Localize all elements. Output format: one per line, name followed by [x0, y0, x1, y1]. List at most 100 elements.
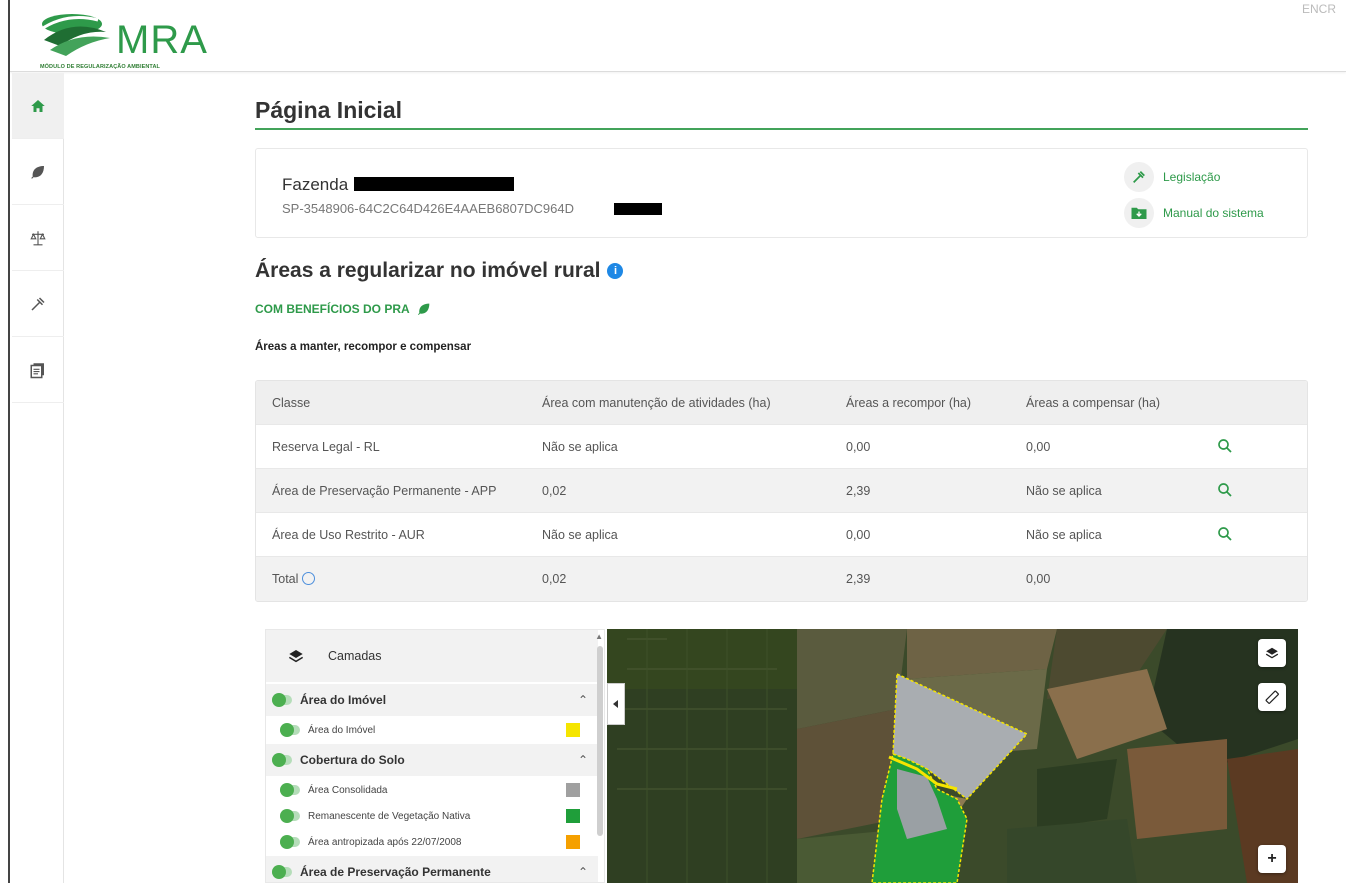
pra-benefits-label: COM BENEFÍCIOS DO PRA	[255, 301, 433, 317]
total-label-text: Total	[272, 572, 299, 586]
farm-name: Fazenda	[282, 175, 349, 194]
layer-toggle[interactable]	[272, 693, 292, 707]
layer-item: Área Consolidada	[266, 777, 598, 803]
layer-toggle[interactable]	[280, 835, 300, 849]
legend-swatch	[566, 723, 580, 737]
layer-toggle[interactable]	[272, 753, 292, 767]
layer-item-label: Área antropizada após 22/07/2008	[308, 836, 462, 848]
info-icon[interactable]: i	[607, 263, 624, 279]
table-cell: Não se aplica	[542, 440, 618, 454]
search-icon[interactable]	[1216, 437, 1234, 455]
table-header-row: Classe Área com manutenção de atividades…	[256, 381, 1307, 425]
caret-left-icon	[613, 700, 618, 708]
app-header: MRA MÓDULO DE REGULARIZAÇÃO AMBIENTAL EN…	[10, 0, 1346, 72]
pra-benefits-text: COM BENEFÍCIOS DO PRA	[255, 302, 410, 316]
areas-title-text: Áreas a regularizar no imóvel rural	[255, 259, 601, 282]
table-cell: Reserva Legal - RL	[272, 440, 380, 454]
table-cell: 0,02	[542, 484, 567, 498]
legend-swatch	[566, 783, 580, 797]
layer-item: Remanescente de Vegetação Nativa	[266, 803, 598, 829]
logo-text: MRA	[116, 18, 208, 62]
chevron-up-icon[interactable]: ⌃	[578, 865, 588, 879]
sidebar-item-home[interactable]	[12, 73, 64, 139]
table-cell: Não se aplica	[1026, 484, 1102, 498]
chevron-up-icon[interactable]: ⌃	[578, 753, 588, 767]
layer-item-label: Área Consolidada	[308, 784, 388, 796]
table-header-cell: Classe	[272, 396, 311, 410]
scroll-up-arrow[interactable]: ▲	[595, 632, 603, 641]
farm-code: SP-3548906-64C2C64D426E4AAEB6807DC964D	[282, 201, 574, 216]
layers-icon	[1265, 647, 1279, 659]
table-cell: 0,02	[542, 572, 567, 586]
logo-emblem-icon	[39, 14, 110, 56]
mra-logo[interactable]: MRA MÓDULO DE REGULARIZAÇÃO AMBIENTAL	[36, 4, 216, 70]
table-cell: Não se aplica	[1026, 528, 1102, 542]
table-total-label: Total	[272, 557, 316, 601]
layer-group-label: Cobertura do Solo	[300, 753, 405, 767]
table-cell: Não se aplica	[542, 528, 618, 542]
layer-group-label: Área do Imóvel	[300, 693, 387, 707]
table-row: Área de Uso Restrito - AUR Não se aplica…	[256, 513, 1307, 557]
sidebar-item-manual[interactable]	[12, 337, 64, 403]
table-total-row: Total 0,02 2,39 0,00	[256, 557, 1307, 601]
info-circle-icon[interactable]	[302, 572, 316, 586]
layers-title: Camadas	[328, 649, 382, 663]
table-cell: 0,00	[1026, 440, 1051, 454]
table-cell: 0,00	[1026, 572, 1051, 586]
map-zoom-in-button[interactable]: +	[1258, 845, 1286, 873]
layer-group-label: Área de Preservação Permanente	[300, 865, 491, 879]
areas-section-title: Áreas a regularizar no imóvel rural i	[255, 259, 624, 283]
table-cell: 0,00	[846, 528, 871, 542]
map-layers-button[interactable]	[1258, 639, 1286, 667]
satellite-map[interactable]: +	[607, 629, 1298, 883]
search-icon[interactable]	[1216, 481, 1234, 499]
layer-group-imovel[interactable]: Área do Imóvel ⌃	[266, 684, 598, 716]
sidebar-item-tools[interactable]	[12, 271, 64, 337]
header-user-text[interactable]: ENCR	[1302, 2, 1336, 16]
search-icon[interactable]	[1216, 525, 1234, 543]
redacted-block	[614, 203, 662, 215]
scale-icon	[30, 230, 46, 245]
legend-swatch	[566, 809, 580, 823]
legislation-link[interactable]: Legislação	[1124, 162, 1220, 192]
table-header-cell: Áreas a recompor (ha)	[846, 396, 972, 410]
layer-item-label: Área do Imóvel	[308, 724, 376, 736]
scrollbar[interactable]	[597, 646, 603, 836]
layer-item: Área do Imóvel	[266, 717, 598, 743]
table-cell: 2,39	[846, 484, 871, 498]
folder-download-icon	[1124, 198, 1154, 228]
book-icon	[30, 362, 44, 378]
chevron-up-icon[interactable]: ⌃	[578, 693, 588, 707]
redacted-block	[354, 177, 514, 191]
collapse-layers-button[interactable]	[607, 683, 625, 725]
table-row: Reserva Legal - RL Não se aplica 0,00 0,…	[256, 425, 1307, 469]
layer-toggle[interactable]	[280, 723, 300, 737]
areas-subtitle: Áreas a manter, recompor e compensar	[255, 341, 472, 353]
layer-toggle[interactable]	[272, 865, 292, 879]
layer-toggle[interactable]	[280, 783, 300, 797]
window-left-border	[0, 0, 10, 883]
farm-card: Fazenda SP-3548906-64C2C64D426E4AAEB6807…	[255, 148, 1308, 238]
title-divider	[255, 128, 1308, 130]
legislation-link-label: Legislação	[1163, 170, 1221, 184]
layers-header: Camadas	[266, 630, 598, 682]
home-icon	[31, 99, 45, 112]
table-cell: 2,39	[846, 572, 871, 586]
layer-group-app[interactable]: Área de Preservação Permanente ⌃	[266, 856, 598, 882]
table-cell: Área de Uso Restrito - AUR	[272, 528, 425, 542]
layers-panel: Camadas Área do Imóvel ⌃ Área do Imóvel …	[265, 629, 605, 883]
map-measure-button[interactable]	[1258, 683, 1286, 711]
manual-link[interactable]: Manual do sistema	[1124, 198, 1264, 228]
table-cell: 0,00	[846, 440, 871, 454]
manual-link-label: Manual do sistema	[1163, 206, 1264, 220]
sidebar-item-legislation[interactable]	[12, 205, 64, 271]
ruler-icon	[1265, 690, 1279, 704]
layer-toggle[interactable]	[280, 809, 300, 823]
table-cell: Área de Preservação Permanente - APP	[272, 484, 497, 498]
sidebar-item-leaf[interactable]	[12, 139, 64, 205]
gavel-icon	[31, 296, 45, 311]
table-row: Área de Preservação Permanente - APP 0,0…	[256, 469, 1307, 513]
sidebar	[12, 73, 64, 883]
legend-swatch	[566, 835, 580, 849]
layer-group-cobertura[interactable]: Cobertura do Solo ⌃	[266, 744, 598, 776]
